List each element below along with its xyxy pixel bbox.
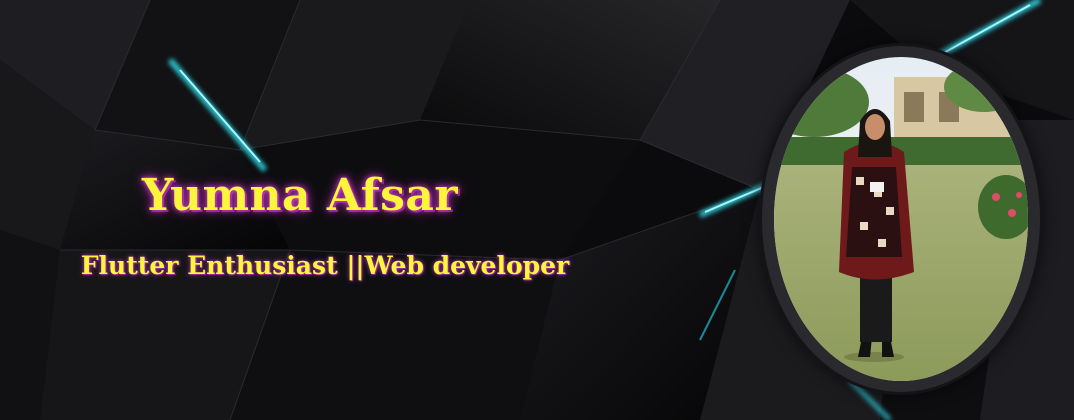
profile-tagline: Flutter Enthusiast ||Web developer <box>80 251 570 280</box>
portrait-photo <box>774 57 1028 381</box>
profile-banner: Yumna Afsar Flutter Enthusiast ||Web dev… <box>0 0 1074 420</box>
profile-name: Yumna Afsar <box>141 170 459 221</box>
